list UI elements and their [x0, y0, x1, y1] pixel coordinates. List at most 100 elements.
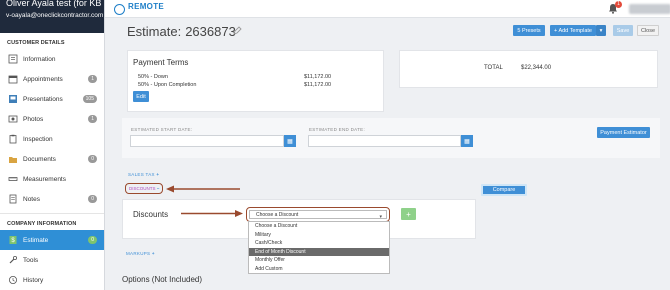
sidebar-item-label: Estimate: [23, 236, 49, 244]
sidebar-item-photos[interactable]: Photos 1: [0, 109, 104, 129]
add-template-button[interactable]: + Add Template: [550, 25, 596, 36]
customer-details-heading: CUSTOMER DETAILS: [7, 40, 65, 46]
presets-button[interactable]: 5 Presets: [513, 25, 545, 36]
plus-icon: +: [156, 172, 160, 177]
sidebar-item-label: Photos: [23, 115, 44, 123]
start-date-label: ESTIMATED START DATE:: [131, 127, 193, 132]
top-bar: REMOTE 1: [105, 0, 670, 18]
calendar-icon[interactable]: ▦: [284, 135, 296, 147]
sidebar-item-documents[interactable]: Documents 0: [0, 149, 104, 169]
end-date-input[interactable]: [308, 135, 461, 147]
sidebar: Oliver Ayala test (for KB purposes) v-oa…: [0, 0, 105, 290]
sidebar-item-label: Inspection: [23, 135, 53, 143]
estimate-icon: $: [7, 235, 18, 246]
sidebar-item-measurements[interactable]: Measurements: [0, 169, 104, 189]
notification-badge: 1: [615, 1, 622, 8]
sidebar-item-notes[interactable]: Notes 0: [0, 189, 104, 209]
logo-tagline-graphic: [128, 11, 164, 15]
dropdown-option[interactable]: Cash/Check: [249, 239, 389, 248]
sidebar-item-label: History: [23, 276, 44, 284]
presentation-icon: [7, 94, 18, 105]
edit-button[interactable]: Edit: [133, 91, 149, 102]
count-badge: 0: [88, 195, 97, 203]
notes-icon: [7, 194, 18, 205]
dropdown-option[interactable]: Add Custom: [249, 265, 389, 274]
sidebar-item-appointments[interactable]: Appointments 1: [0, 69, 104, 89]
payment-terms-panel: Payment Terms 50% - Down $11,172.00 50% …: [127, 50, 384, 112]
page-title: Estimate: 2636873: [127, 24, 236, 39]
sidebar-item-presentations[interactable]: Presentations 105: [0, 89, 104, 109]
logo: REMOTE: [114, 3, 164, 15]
payment-term-row: 50% - Upon Completion $11,172.00: [138, 82, 363, 88]
user-menu[interactable]: [629, 4, 670, 14]
user-header: Oliver Ayala test (for KB purposes) v-oa…: [0, 0, 104, 33]
folder-icon: [7, 154, 18, 165]
tools-icon: [7, 255, 18, 266]
totals-panel: TOTAL $22,344.00: [399, 50, 658, 88]
discounts-link[interactable]: DISCOUNTS −: [125, 183, 163, 194]
sidebar-item-label: Information: [23, 55, 56, 63]
calendar-icon[interactable]: ▦: [461, 135, 473, 147]
logo-text: REMOTE: [128, 2, 165, 11]
user-email: v-oayala@oneclickcontractor.com: [6, 12, 104, 19]
pencil-icon[interactable]: [232, 26, 242, 36]
sidebar-item-label: Tools: [23, 256, 39, 264]
markups-link[interactable]: MARKUPS +: [126, 251, 155, 256]
start-date-input[interactable]: [130, 135, 284, 147]
sidebar-item-label: Measurements: [23, 175, 66, 183]
discount-select[interactable]: Choose a Discount ▾: [246, 207, 390, 222]
photo-icon: [7, 114, 18, 125]
discounts-title: Discounts: [133, 210, 169, 219]
payment-terms-title: Payment Terms: [133, 58, 189, 67]
total-label: TOTAL: [484, 65, 503, 71]
sidebar-item-label: Appointments: [23, 75, 63, 83]
clipboard-icon: [7, 134, 18, 145]
annotation-arrow: [166, 185, 240, 193]
total-value: $22,344.00: [521, 65, 552, 71]
sidebar-item-label: Documents: [23, 155, 56, 163]
dropdown-option[interactable]: Monthly Offer: [249, 256, 389, 265]
payment-term-row: 50% - Down $11,172.00: [138, 74, 363, 80]
chevron-down-icon: ▾: [379, 214, 382, 220]
end-date-label: ESTIMATED END DATE:: [309, 127, 366, 132]
payment-term-amount: $11,172.00: [304, 74, 332, 80]
history-icon: [7, 275, 18, 286]
count-badge: 105: [82, 95, 97, 103]
discount-select-inner: Choose a Discount ▾: [249, 210, 387, 220]
discounts-label: DISCOUNTS: [129, 186, 156, 191]
calendar-icon: [7, 74, 18, 85]
payment-estimator-button[interactable]: Payment Estimator: [597, 127, 650, 138]
dropdown-option[interactable]: Choose a Discount: [249, 222, 389, 231]
count-badge: 1: [88, 75, 97, 83]
dropdown-option[interactable]: Military: [249, 231, 389, 240]
dropdown-option[interactable]: End of Month Discount: [249, 247, 389, 256]
count-badge: 1: [88, 115, 97, 123]
save-button[interactable]: Save: [613, 25, 633, 36]
sidebar-item-estimate[interactable]: $ Estimate 0: [0, 230, 104, 250]
payment-term-label: 50% - Down: [138, 74, 168, 80]
sidebar-item-history[interactable]: History: [0, 270, 104, 290]
compare-button[interactable]: Compare: [481, 184, 527, 196]
sidebar-item-tools[interactable]: Tools: [0, 250, 104, 270]
payment-term-label: 50% - Upon Completion: [138, 82, 197, 88]
markups-label: MARKUPS: [126, 251, 151, 256]
close-button[interactable]: Close: [637, 25, 659, 36]
chevron-down-icon[interactable]: ▾: [596, 25, 606, 36]
count-badge: 0: [88, 155, 97, 163]
sales-tax-label: SALES TAX: [128, 172, 155, 177]
estimate-number: 2636873: [185, 24, 236, 39]
sidebar-item-inspection[interactable]: Inspection: [0, 129, 104, 149]
sales-tax-link[interactable]: SALES TAX +: [128, 172, 159, 177]
plus-icon: +: [151, 251, 155, 256]
company-information-heading: COMPANY INFORMATION: [7, 221, 77, 227]
add-discount-button[interactable]: +: [401, 208, 416, 220]
ruler-icon: [7, 174, 18, 185]
discount-select-value: Choose a Discount: [256, 211, 299, 218]
discount-dropdown: Choose a Discount Military Cash/Check En…: [248, 221, 390, 274]
page-title-label: Estimate:: [127, 24, 182, 39]
sidebar-item-label: Presentations: [23, 95, 63, 103]
user-name: Oliver Ayala test (for KB purposes): [6, 0, 104, 8]
minus-icon: −: [156, 186, 160, 191]
logo-mark-icon: [114, 3, 125, 15]
sidebar-item-information[interactable]: Information: [0, 49, 104, 69]
